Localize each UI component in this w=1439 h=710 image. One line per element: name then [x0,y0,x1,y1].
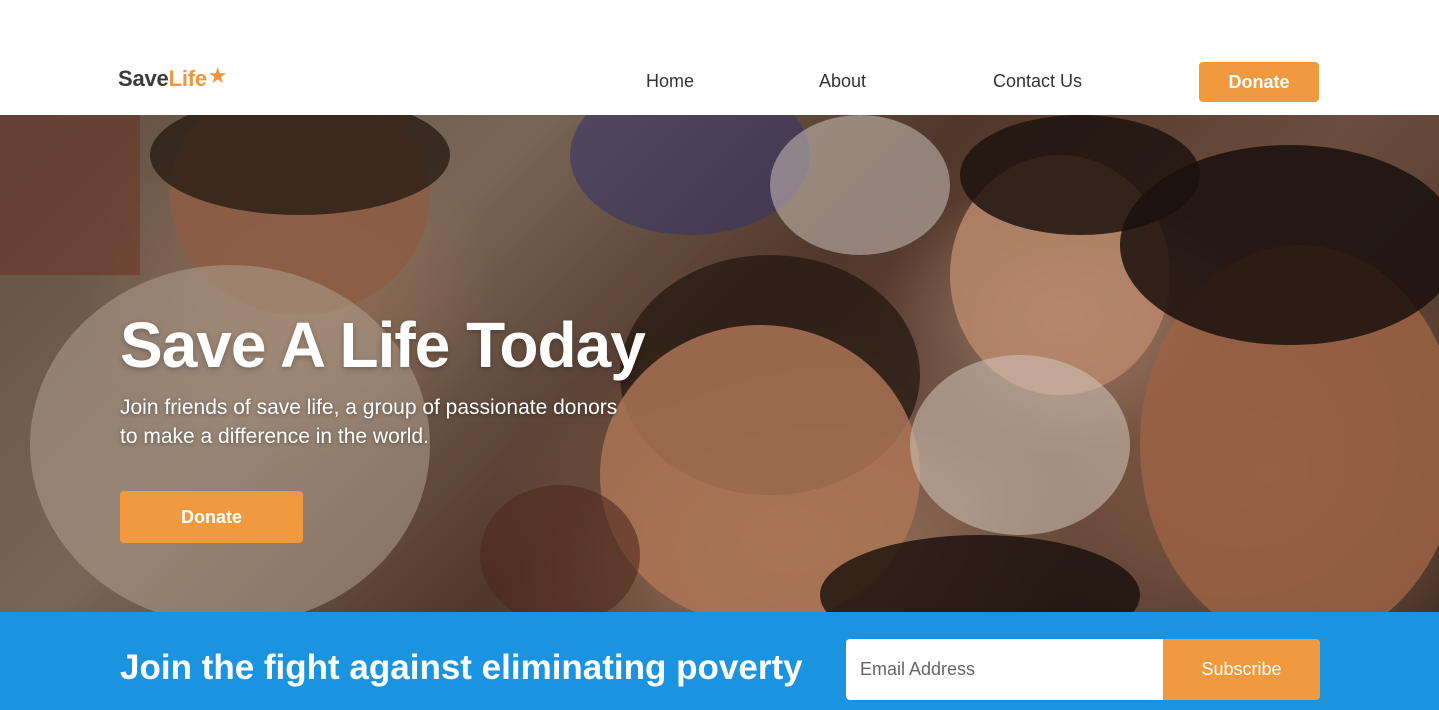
subscribe-button[interactable]: Subscribe [1163,639,1320,700]
logo-text-save: Save [118,66,169,91]
logo[interactable]: Save Life ★ [118,63,228,92]
nav-contact-link[interactable]: Contact Us [993,71,1082,92]
hero-title: Save A Life Today [120,309,646,381]
hero-section: Save A Life Today Join friends of save l… [0,115,1439,612]
nav-about-link[interactable]: About [819,71,866,92]
nav-home-link[interactable]: Home [646,71,694,92]
email-input[interactable] [846,639,1164,700]
subscribe-band: Join the fight against eliminating pover… [0,612,1439,710]
header-donate-button[interactable]: Donate [1199,62,1319,102]
logo-text-life: Life [168,66,208,91]
star-icon: ★ [207,63,228,88]
hero-subtitle: Join friends of save life, a group of pa… [120,396,618,448]
hero-donate-button[interactable]: Donate [120,491,303,543]
site-header: Save Life ★ Home About Contact Us Donate [0,0,1439,115]
subscribe-title: Join the fight against eliminating pover… [120,648,803,687]
